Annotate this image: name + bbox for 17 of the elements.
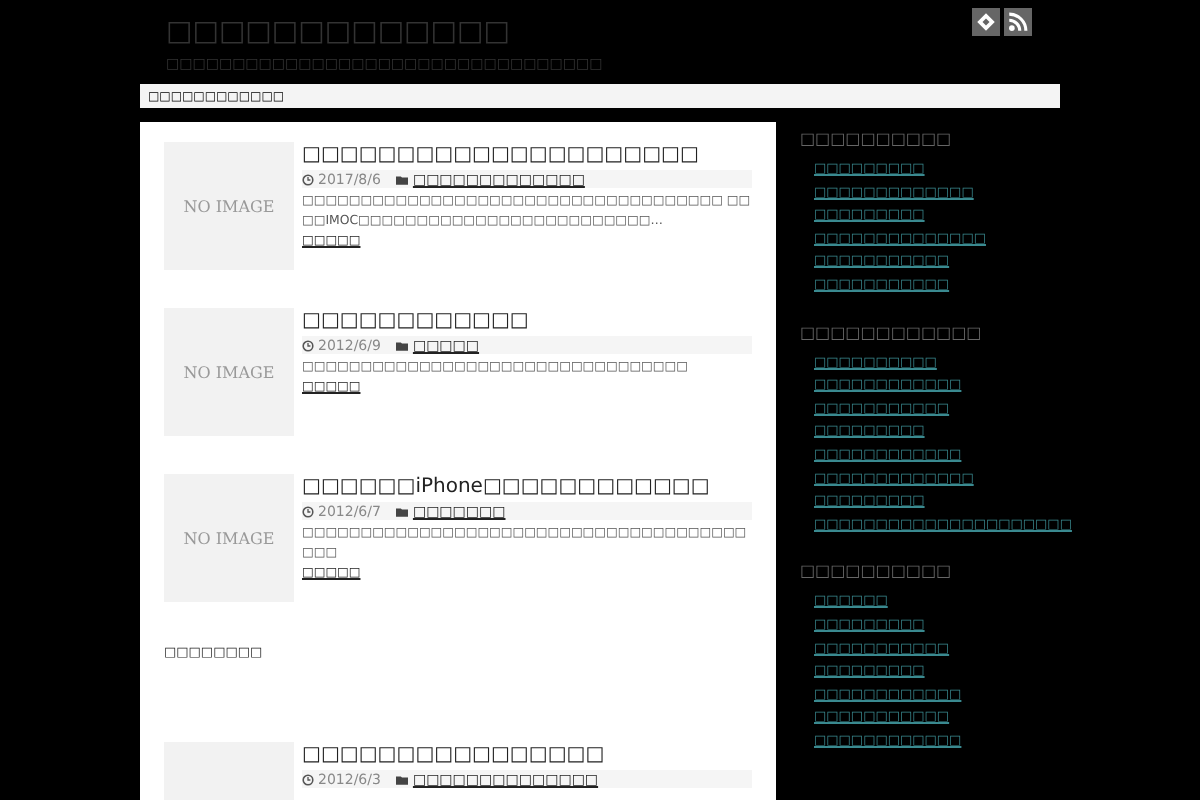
- folder-icon: [396, 339, 409, 351]
- widget-heading: □□□□□□□□□□: [800, 128, 954, 152]
- folder-icon: [396, 773, 409, 785]
- post-title[interactable]: □□□□□□iPhone□□□□□□□□□□□□: [302, 474, 752, 500]
- post-title[interactable]: □□□□□□□□□□□□: [302, 308, 752, 334]
- widget-heading: □□□□□□□□□□□□: [800, 321, 984, 346]
- rss-icon[interactable]: [1004, 8, 1032, 36]
- feedly-icon[interactable]: [972, 8, 1000, 36]
- clock-icon: [302, 773, 314, 785]
- widget-heading: □□□□□□□□□□: [800, 560, 954, 585]
- post-title[interactable]: □□□□□□□□□□□□□□□□□□□□□: [302, 142, 752, 168]
- clock-icon: [302, 173, 314, 185]
- clock-icon: [302, 505, 314, 517]
- folder-icon: [396, 173, 409, 185]
- post-title[interactable]: □□□□□□□□□□□□□□□□: [302, 742, 752, 768]
- clock-icon: [302, 339, 314, 351]
- folder-icon: [396, 505, 409, 517]
